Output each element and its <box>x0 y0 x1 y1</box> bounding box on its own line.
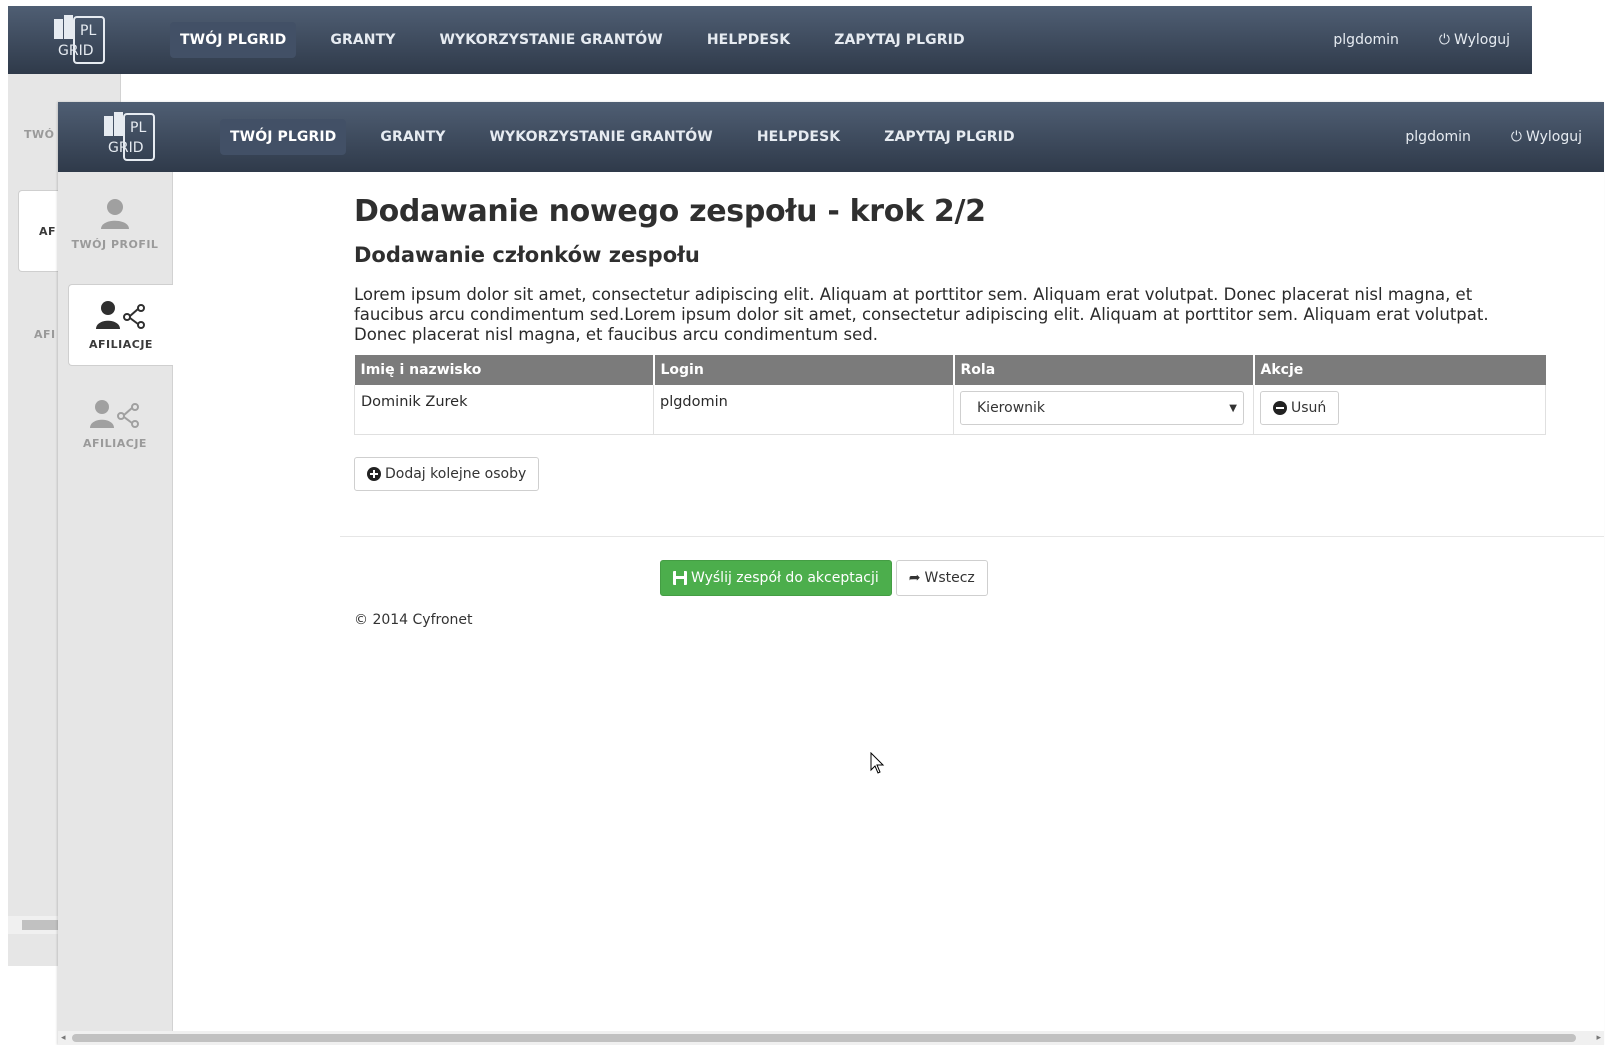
plgrid-logo-icon: PL GRID <box>54 15 105 64</box>
back-logout-button[interactable]: ⏻ Wyloguj <box>1439 32 1510 48</box>
nav-helpdesk[interactable]: HELPDESK <box>747 119 850 155</box>
save-floppy-icon <box>673 571 687 585</box>
svg-text:GRID: GRID <box>58 43 94 59</box>
horizontal-scrollbar[interactable]: ◂ ▸ <box>58 1031 1604 1045</box>
members-table: Imię i nazwisko Login Rola Akcje Dominik… <box>354 355 1546 435</box>
svg-text:GRID: GRID <box>108 140 144 156</box>
back-sidebar-label: AF <box>39 224 57 238</box>
navbar: PL GRID TWÓJ PLGRID GRANTY WYKORZYSTANIE… <box>58 102 1604 172</box>
nav-granty[interactable]: GRANTY <box>370 119 455 155</box>
add-more-members-button[interactable]: Dodaj kolejne osoby <box>354 457 540 491</box>
sidebar-item-afiliacje-2[interactable]: AFILIACJE <box>58 384 172 464</box>
mouse-cursor-icon <box>870 752 885 774</box>
page-description: Lorem ipsum dolor sit amet, consectetur … <box>354 285 1489 344</box>
page-subtitle: Dodawanie członków zespołu <box>354 243 700 267</box>
main-content: Dodawanie nowego zespołu - krok 2/2 Doda… <box>354 194 1546 491</box>
nav-zapytaj-plgrid[interactable]: ZAPYTAJ PLGRID <box>874 119 1024 155</box>
back-sidebar-label: TWÓ <box>24 127 55 141</box>
back-nav-wykorzystanie[interactable]: WYKORZYSTANIE GRANTÓW <box>430 22 673 58</box>
svg-text:PL: PL <box>80 23 96 39</box>
sidebar-item-label: AFILIACJE <box>83 436 147 450</box>
plgrid-logo[interactable]: PL GRID <box>98 107 160 167</box>
back-nav-twoj-plgrid[interactable]: TWÓJ PLGRID <box>170 22 297 58</box>
scroll-left-icon[interactable]: ◂ <box>61 1033 66 1043</box>
user-share-icon <box>90 399 139 428</box>
sidebar-item-label: AFILIACJE <box>89 337 153 351</box>
back-logout-label: Wyloguj <box>1454 32 1510 48</box>
member-name: Dominik Zurek <box>354 385 654 435</box>
column-header-login: Login <box>653 355 955 385</box>
plus-circle-icon <box>367 467 381 481</box>
logout-button[interactable]: ⏻ Wyloguj <box>1511 129 1582 145</box>
scroll-thumb[interactable] <box>72 1034 1576 1042</box>
sidebar-item-profile[interactable]: TWÓJ PROFIL <box>58 184 172 264</box>
foreground-window: PL GRID TWÓJ PLGRID GRANTY WYKORZYSTANIE… <box>58 102 1604 1045</box>
user-share-icon <box>96 300 145 329</box>
table-header-row: Imię i nazwisko Login Rola Akcje <box>354 355 1546 385</box>
submit-team-button[interactable]: Wyślij zespół do akceptacji <box>660 560 892 596</box>
back-sidebar-label: AFI <box>34 327 56 341</box>
column-header-actions: Akcje <box>1253 355 1546 385</box>
role-select-value: Kierownik <box>977 400 1046 416</box>
back-nav-granty[interactable]: GRANTY <box>320 22 405 58</box>
back-scroll-thumb[interactable] <box>22 920 58 930</box>
role-cell: Kierownik ▼ <box>953 385 1254 435</box>
page-title: Dodawanie nowego zespołu - krok 2/2 <box>354 194 986 229</box>
nav-username[interactable]: plgdomin <box>1405 129 1471 145</box>
column-header-role: Rola <box>953 355 1255 385</box>
power-icon: ⏻ <box>1438 32 1450 48</box>
back-nav-helpdesk[interactable]: HELPDESK <box>697 22 800 58</box>
back-nav-username[interactable]: plgdomin <box>1333 32 1399 48</box>
scroll-right-icon[interactable]: ▸ <box>1596 1033 1601 1043</box>
column-header-name: Imię i nazwisko <box>354 355 655 385</box>
nav-twoj-plgrid[interactable]: TWÓJ PLGRID <box>220 119 347 155</box>
plgrid-logo-icon: PL GRID <box>104 112 155 161</box>
back-horizontal-scrollbar[interactable] <box>8 916 58 934</box>
svg-text:PL: PL <box>130 120 146 136</box>
remove-member-button[interactable]: Usuń <box>1260 391 1340 425</box>
add-more-members-label: Dodaj kolejne osoby <box>385 466 527 482</box>
plgrid-logo[interactable]: PL GRID <box>48 10 110 70</box>
back-navbar: PL GRID TWÓJ PLGRID GRANTY WYKORZYSTANIE… <box>8 6 1532 74</box>
minus-circle-icon <box>1273 401 1287 415</box>
form-divider <box>340 536 1604 537</box>
user-icon <box>101 198 129 229</box>
back-button-label: Wstecz <box>924 570 975 586</box>
table-row: Dominik Zurek plgdomin Kierownik ▼ Usuń <box>354 385 1546 435</box>
form-actions: Wyślij zespół do akceptacji ➦ Wstecz <box>660 560 988 596</box>
power-icon: ⏻ <box>1510 129 1522 145</box>
sidebar-item-label: TWÓJ PROFIL <box>71 237 159 251</box>
role-select[interactable]: Kierownik ▼ <box>960 391 1244 425</box>
back-nav-zapytaj[interactable]: ZAPYTAJ PLGRID <box>824 22 974 58</box>
caret-down-icon: ▼ <box>1229 402 1237 414</box>
member-login: plgdomin <box>653 385 954 435</box>
back-button[interactable]: ➦ Wstecz <box>895 560 988 596</box>
sidebar: TWÓJ PROFIL AFILIACJE AFILIACJE <box>58 172 173 1045</box>
actions-cell: Usuń <box>1253 385 1546 435</box>
remove-member-label: Usuń <box>1291 400 1327 416</box>
share-arrow-icon: ➦ <box>908 570 921 586</box>
nav-wykorzystanie-grantow[interactable]: WYKORZYSTANIE GRANTÓW <box>480 119 723 155</box>
copyright: © 2014 Cyfronet <box>354 612 473 628</box>
sidebar-item-afiliacje[interactable]: AFILIACJE <box>68 284 173 366</box>
logout-label: Wyloguj <box>1526 129 1582 145</box>
submit-team-label: Wyślij zespół do akceptacji <box>691 570 879 586</box>
